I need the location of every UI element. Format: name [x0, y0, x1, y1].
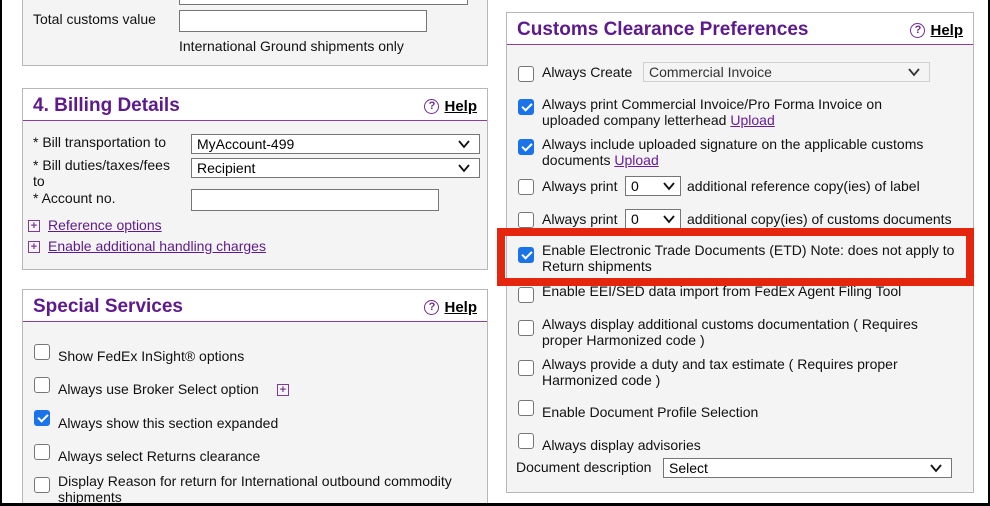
duty-estimate-checkbox[interactable] — [518, 360, 534, 376]
billing-title: 4. Billing Details — [33, 95, 180, 116]
print-copy-checkbox[interactable] — [518, 212, 534, 228]
account-label: * Account no. — [33, 190, 116, 206]
customs-value-input[interactable] — [179, 10, 427, 32]
eei-checkbox[interactable] — [518, 287, 534, 303]
customs-help[interactable]: ? Help — [910, 20, 963, 40]
doc-profile-label: Enable Document Profile Selection — [542, 404, 759, 420]
broker-select-label: Always use Broker Select option — [58, 381, 259, 397]
advisories-checkbox[interactable] — [518, 433, 534, 449]
always-create-select[interactable]: Commercial Invoice — [643, 62, 930, 82]
chevron-down-icon — [663, 182, 675, 191]
chevron-down-icon — [663, 215, 675, 224]
top-select-remnant[interactable] — [179, 0, 468, 5]
print-ref-checkbox[interactable] — [518, 179, 534, 195]
doc-desc-label: Document description — [516, 459, 652, 475]
help-link[interactable]: Help — [444, 299, 477, 316]
page-frame: Total customs value International Ground… — [2, 0, 988, 503]
ground-note: International Ground shipments only — [179, 38, 404, 54]
chevron-down-icon — [458, 140, 470, 149]
broker-select-checkbox[interactable] — [34, 377, 50, 393]
display-docs-label: Always display additional customs docume… — [542, 316, 918, 348]
display-docs-checkbox[interactable] — [518, 320, 534, 336]
doc-desc-select[interactable]: Select — [663, 458, 952, 478]
include-signature-checkbox[interactable] — [518, 139, 534, 155]
return-reason-label: Display Reason for return for Internatio… — [58, 473, 452, 503]
chevron-down-icon — [930, 464, 942, 473]
customs-value-panel: Total customs value International Ground… — [22, 0, 488, 66]
special-title: Special Services — [33, 296, 183, 317]
always-create-label: Always Create — [542, 64, 633, 80]
insight-checkbox[interactable] — [34, 344, 50, 360]
print-copy-suffix: additional copy(ies) of customs document… — [687, 211, 952, 227]
bill-duties-value: Recipient — [197, 160, 256, 176]
help-icon: ? — [910, 22, 926, 38]
billing-panel: 4. Billing Details ? Help * Bill transpo… — [22, 88, 488, 270]
bill-duties-select[interactable]: Recipient — [191, 158, 480, 178]
special-help[interactable]: ? Help — [424, 297, 477, 317]
print-invoice-text: Always print Commercial Invoice/Pro Form… — [542, 96, 883, 128]
returns-clearance-label: Always select Returns clearance — [58, 448, 261, 464]
etd-highlight-box — [497, 228, 974, 286]
special-services-panel: Special Services ? Help Show FedEx InSig… — [22, 289, 488, 503]
print-invoice-label: Always print Commercial Invoice/Pro Form… — [542, 96, 942, 128]
include-signature-label: Always include uploaded signature on the… — [542, 136, 962, 168]
customs-title: Customs Clearance Preferences — [517, 19, 809, 40]
handling-charges-link[interactable]: Enable additional handling charges — [48, 238, 266, 254]
bill-duties-label: * Bill duties/taxes/fees to — [33, 157, 170, 189]
bill-transport-select[interactable]: MyAccount-499 — [191, 134, 480, 154]
billing-header: 4. Billing Details ? Help — [23, 89, 487, 121]
print-invoice-checkbox[interactable] — [518, 99, 534, 115]
insight-label: Show FedEx InSight® options — [58, 348, 245, 364]
chevron-down-icon — [908, 68, 920, 77]
doc-desc-value: Select — [669, 460, 708, 476]
customs-value-label: Total customs value — [33, 11, 156, 27]
expand-plus-icon[interactable]: + — [277, 384, 289, 396]
chevron-down-icon — [458, 164, 470, 173]
help-link[interactable]: Help — [444, 98, 477, 115]
expand-plus-icon[interactable]: + — [28, 241, 40, 253]
print-ref-suffix: additional reference copy(ies) of label — [687, 178, 920, 194]
reference-options-link[interactable]: Reference options — [48, 217, 162, 233]
expanded-label: Always show this section expanded — [58, 415, 279, 431]
doc-profile-checkbox[interactable] — [518, 400, 534, 416]
print-ref-select[interactable]: 0 — [625, 176, 681, 196]
include-signature-text: Always include uploaded signature on the… — [542, 136, 924, 168]
advisories-label: Always display advisories — [542, 437, 701, 453]
help-icon: ? — [424, 98, 440, 114]
print-copy-prefix: Always print — [542, 211, 618, 227]
customs-header: Customs Clearance Preferences ? Help — [507, 13, 973, 45]
print-copy-value: 0 — [631, 211, 639, 227]
upload-signature-link[interactable]: Upload — [614, 152, 658, 168]
always-create-value: Commercial Invoice — [649, 64, 772, 80]
print-copy-select[interactable]: 0 — [625, 209, 681, 229]
always-create-checkbox[interactable] — [518, 66, 534, 82]
expand-plus-icon[interactable]: + — [28, 220, 40, 232]
expanded-checkbox[interactable] — [34, 410, 50, 426]
print-ref-value: 0 — [631, 178, 639, 194]
help-icon: ? — [424, 299, 440, 315]
account-input[interactable] — [191, 189, 439, 211]
special-header: Special Services ? Help — [23, 290, 487, 322]
billing-help[interactable]: ? Help — [424, 96, 477, 116]
duty-estimate-label: Always provide a duty and tax estimate (… — [542, 356, 898, 388]
bill-transport-label: * Bill transportation to — [33, 134, 167, 150]
return-reason-checkbox[interactable] — [34, 477, 50, 493]
help-link[interactable]: Help — [930, 22, 963, 39]
bill-transport-value: MyAccount-499 — [197, 136, 295, 152]
print-ref-prefix: Always print — [542, 178, 618, 194]
returns-clearance-checkbox[interactable] — [34, 444, 50, 460]
upload-letterhead-link[interactable]: Upload — [730, 112, 774, 128]
